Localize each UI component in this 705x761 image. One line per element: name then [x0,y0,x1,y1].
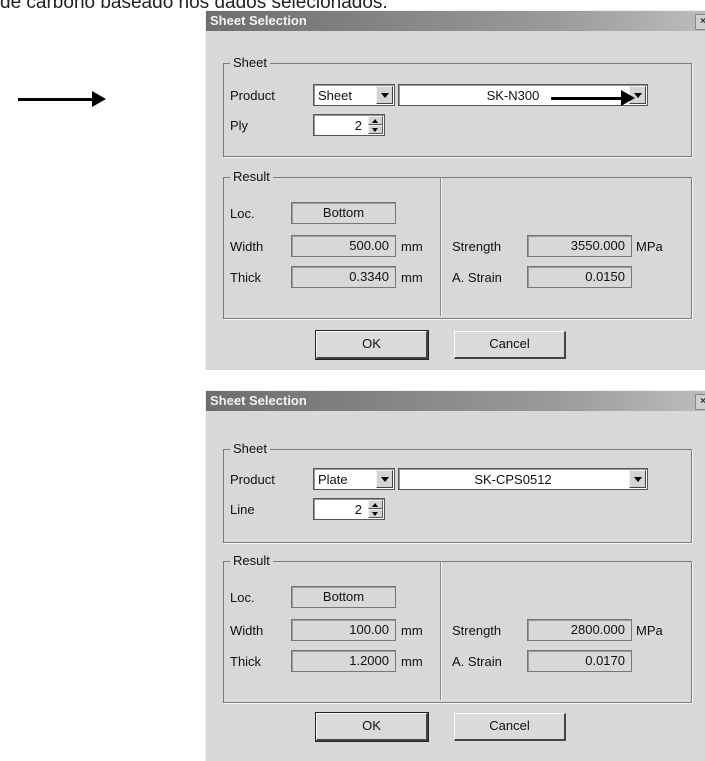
product-name-value: SK-N300 [486,88,540,103]
product-type-select[interactable]: Sheet [313,84,395,106]
thick-label: Thick [230,270,262,285]
dialog-title: Sheet Selection [210,13,307,28]
ply-label: Ply [230,118,249,133]
strain-label: A. Strain [452,270,502,285]
arrow-right-icon [551,90,635,106]
sheet-selection-dialog-1: Sheet Selection × Sheet Product Sheet SK… [205,10,705,370]
ply-value: 2 [354,118,362,133]
width-unit: mm [401,239,423,254]
loc-label: Loc. [230,206,255,221]
loc-label: Loc. [230,590,255,605]
spin-up-button[interactable] [368,116,383,125]
sheet-selection-dialog-2: Sheet Selection × Sheet Product Plate SK… [205,390,705,761]
width-value: 500.00 [291,235,396,257]
strain-value: 0.0150 [527,266,632,288]
thick-unit: mm [401,654,423,669]
strength-label: Strength [452,623,502,638]
sheet-group-legend: Sheet [230,441,270,456]
spin-down-button[interactable] [368,125,383,134]
width-value: 100.00 [291,619,396,641]
line-value: 2 [354,502,362,517]
line-spinner[interactable]: 2 [313,498,385,520]
sheet-group-legend: Sheet [230,55,270,70]
width-unit: mm [401,623,423,638]
loc-value: Bottom [291,202,396,224]
arrow-right-icon [18,91,106,107]
chevron-down-icon[interactable] [376,86,393,104]
result-divider [440,178,441,316]
result-divider [440,562,441,700]
thick-label: Thick [230,654,262,669]
product-name-select[interactable]: SK-CPS0512 [398,468,648,490]
loc-value: Bottom [291,586,396,608]
thick-value: 0.3340 [291,266,396,288]
ok-button[interactable]: OK [315,712,429,742]
width-label: Width [230,623,264,638]
result-group: Result Loc. Bottom Width 100.00 mm Thick… [223,553,692,703]
dialog-titlebar: Sheet Selection × [206,11,705,31]
spin-updown-icon[interactable] [368,116,383,134]
thick-unit: mm [401,270,423,285]
strength-unit: MPa [636,239,663,254]
dialog-titlebar: Sheet Selection × [206,391,705,411]
strength-value: 3550.000 [527,235,632,257]
spin-up-button[interactable] [368,500,383,509]
result-group-legend: Result [230,169,273,184]
close-icon[interactable]: × [695,14,705,30]
product-type-value: Sheet [318,88,352,103]
thick-value: 1.2000 [291,650,396,672]
product-name-value: SK-CPS0512 [474,472,552,487]
cancel-button[interactable]: Cancel [454,713,566,741]
result-group-legend: Result [230,553,273,568]
strain-label: A. Strain [452,654,502,669]
spin-updown-icon[interactable] [368,500,383,518]
line-label: Line [230,502,255,517]
result-group: Result Loc. Bottom Width 500.00 mm Thick… [223,169,692,319]
sheet-group: Sheet Product Sheet SK-N300 Ply 2 [223,55,692,157]
strength-value: 2800.000 [527,619,632,641]
strain-value: 0.0170 [527,650,632,672]
close-icon[interactable]: × [695,394,705,410]
strength-label: Strength [452,239,502,254]
product-type-value: Plate [318,472,348,487]
product-label: Product [230,88,275,103]
product-type-select[interactable]: Plate [313,468,395,490]
chevron-down-icon[interactable] [629,470,646,488]
spin-down-button[interactable] [368,509,383,518]
sheet-group: Sheet Product Plate SK-CPS0512 Line 2 [223,441,692,543]
ok-button[interactable]: OK [315,330,429,360]
chevron-down-icon[interactable] [376,470,393,488]
ply-spinner[interactable]: 2 [313,114,385,136]
width-label: Width [230,239,264,254]
strength-unit: MPa [636,623,663,638]
product-name-select[interactable]: SK-N300 [398,84,648,106]
product-label: Product [230,472,275,487]
cancel-button[interactable]: Cancel [454,331,566,359]
dialog-title: Sheet Selection [210,393,307,408]
